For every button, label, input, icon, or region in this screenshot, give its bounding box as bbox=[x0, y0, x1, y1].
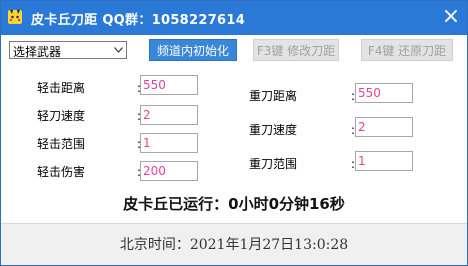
light-distance-label: 轻击距离 bbox=[37, 81, 86, 95]
app-window: 皮卡丘刀距 QQ群：1058227614 × 选择武器 频道内初始化 F3键 修… bbox=[0, 0, 468, 266]
close-button[interactable]: × bbox=[437, 3, 465, 31]
runtime-status: 皮卡丘已运行：0小时0分钟16秒 bbox=[123, 195, 345, 213]
light-distance-input[interactable]: 550 bbox=[140, 75, 198, 95]
weapon-select[interactable]: 选择武器 bbox=[9, 41, 127, 59]
light-speed-label: 轻刀速度 bbox=[37, 109, 86, 123]
heavy-distance-input[interactable]: 550 bbox=[355, 83, 413, 103]
pikachu-icon bbox=[8, 10, 22, 24]
light-range-label: 轻击范围 bbox=[37, 137, 86, 151]
init-channel-button[interactable]: 频道内初始化 bbox=[149, 39, 237, 61]
heavy-speed-label: 重刀速度 bbox=[249, 123, 298, 137]
f3-modify-range-button[interactable]: F3键 修改刀距 bbox=[253, 39, 339, 61]
title-bar: 皮卡丘刀距 QQ群：1058227614 × bbox=[1, 1, 467, 35]
f4-restore-range-button[interactable]: F4键 还原刀距 bbox=[361, 39, 453, 61]
heavy-speed-input[interactable]: 2 bbox=[355, 117, 413, 137]
heavy-range-input[interactable]: 1 bbox=[355, 151, 413, 171]
beijing-clock: 北京时间：2021年1月27日13:0:28 bbox=[119, 237, 349, 253]
chevron-down-icon bbox=[110, 42, 126, 58]
light-damage-input[interactable]: 200 bbox=[140, 161, 198, 181]
light-damage-label: 轻击伤害 bbox=[37, 165, 86, 179]
heavy-range-label: 重刀范围 bbox=[249, 157, 298, 171]
light-range-input[interactable]: 1 bbox=[140, 133, 198, 153]
window-title: 皮卡丘刀距 QQ群：1058227614 bbox=[31, 13, 246, 28]
divider bbox=[1, 223, 467, 224]
light-speed-input[interactable]: 2 bbox=[140, 105, 198, 125]
weapon-select-value: 选择武器 bbox=[13, 45, 62, 59]
close-icon: × bbox=[441, 4, 461, 29]
heavy-distance-label: 重刀距离 bbox=[249, 89, 298, 103]
